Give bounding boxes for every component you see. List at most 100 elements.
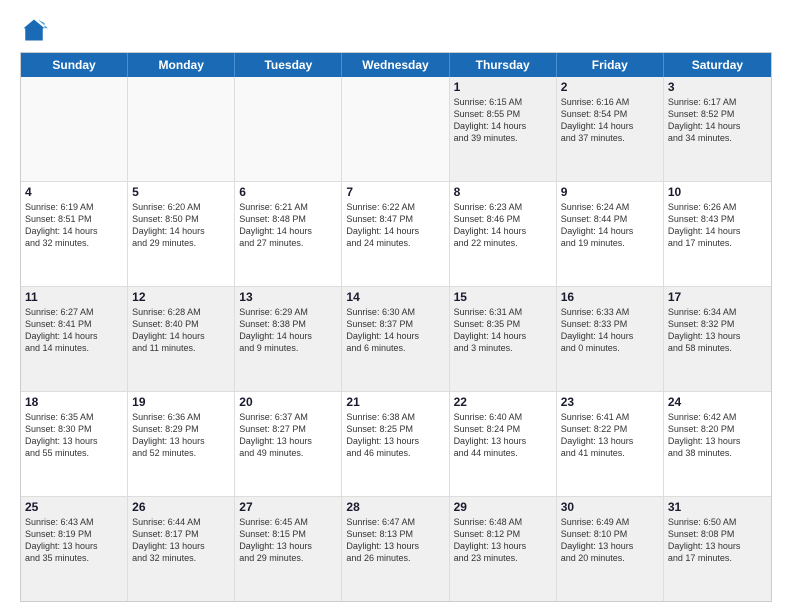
calendar-header-cell: Tuesday (235, 53, 342, 77)
calendar-cell: 15 Sunrise: 6:31 AM Sunset: 8:35 PM Dayli… (450, 287, 557, 391)
day-number: 9 (561, 185, 659, 199)
day-number: 28 (346, 500, 444, 514)
calendar-cell: 4Sunrise: 6:19 AM Sunset: 8:51 PM Daylig… (21, 182, 128, 286)
calendar-cell: 21 Sunrise: 6:38 AM Sunset: 8:25 PM Dayli… (342, 392, 449, 496)
calendar-cell: 27 Sunrise: 6:45 AM Sunset: 8:15 PM Dayli… (235, 497, 342, 601)
day-number: 8 (454, 185, 552, 199)
calendar-row: 11 Sunrise: 6:27 AM Sunset: 8:41 PM Dayli… (21, 287, 771, 392)
cell-text: Sunrise: 6:27 AM Sunset: 8:41 PM Dayligh… (25, 306, 123, 355)
cell-text: Sunrise: 6:21 AM Sunset: 8:48 PM Dayligh… (239, 201, 337, 250)
calendar-cell: 31 Sunrise: 6:50 AM Sunset: 8:08 PM Dayli… (664, 497, 771, 601)
day-number: 5 (132, 185, 230, 199)
calendar-cell: 8 Sunrise: 6:23 AM Sunset: 8:46 PM Daylig… (450, 182, 557, 286)
day-number: 3 (668, 80, 767, 94)
day-number: 16 (561, 290, 659, 304)
cell-text: Sunrise: 6:48 AM Sunset: 8:12 PM Dayligh… (454, 516, 552, 565)
cell-text: Sunrise: 6:36 AM Sunset: 8:29 PM Dayligh… (132, 411, 230, 460)
day-number: 25 (25, 500, 123, 514)
calendar-cell: 18 Sunrise: 6:35 AM Sunset: 8:30 PM Dayli… (21, 392, 128, 496)
calendar-cell: 19 Sunrise: 6:36 AM Sunset: 8:29 PM Dayli… (128, 392, 235, 496)
cell-text: Sunrise: 6:50 AM Sunset: 8:08 PM Dayligh… (668, 516, 767, 565)
cell-text: Sunrise: 6:45 AM Sunset: 8:15 PM Dayligh… (239, 516, 337, 565)
calendar-cell: 22Sunrise: 6:40 AM Sunset: 8:24 PM Dayli… (450, 392, 557, 496)
calendar-cell: 23Sunrise: 6:41 AM Sunset: 8:22 PM Dayli… (557, 392, 664, 496)
cell-text: Sunrise: 6:30 AM Sunset: 8:37 PM Dayligh… (346, 306, 444, 355)
cell-text: Sunrise: 6:31 AM Sunset: 8:35 PM Dayligh… (454, 306, 552, 355)
calendar-body: 1 Sunrise: 6:15 AM Sunset: 8:55 PM Daylig… (21, 77, 771, 601)
calendar-cell: 14Sunrise: 6:30 AM Sunset: 8:37 PM Dayli… (342, 287, 449, 391)
day-number: 29 (454, 500, 552, 514)
calendar-row: 4Sunrise: 6:19 AM Sunset: 8:51 PM Daylig… (21, 182, 771, 287)
day-number: 27 (239, 500, 337, 514)
day-number: 6 (239, 185, 337, 199)
cell-text: Sunrise: 6:35 AM Sunset: 8:30 PM Dayligh… (25, 411, 123, 460)
calendar-cell: 20 Sunrise: 6:37 AM Sunset: 8:27 PM Dayli… (235, 392, 342, 496)
calendar-cell: 1 Sunrise: 6:15 AM Sunset: 8:55 PM Daylig… (450, 77, 557, 181)
calendar-cell: 30 Sunrise: 6:49 AM Sunset: 8:10 PM Dayli… (557, 497, 664, 601)
calendar-cell: 29 Sunrise: 6:48 AM Sunset: 8:12 PM Dayli… (450, 497, 557, 601)
calendar-cell: 13 Sunrise: 6:29 AM Sunset: 8:38 PM Dayli… (235, 287, 342, 391)
cell-text: Sunrise: 6:17 AM Sunset: 8:52 PM Dayligh… (668, 96, 767, 145)
calendar-row: 18 Sunrise: 6:35 AM Sunset: 8:30 PM Dayli… (21, 392, 771, 497)
cell-text: Sunrise: 6:29 AM Sunset: 8:38 PM Dayligh… (239, 306, 337, 355)
day-number: 7 (346, 185, 444, 199)
cell-text: Sunrise: 6:41 AM Sunset: 8:22 PM Dayligh… (561, 411, 659, 460)
day-number: 17 (668, 290, 767, 304)
calendar-cell: 24 Sunrise: 6:42 AM Sunset: 8:20 PM Dayli… (664, 392, 771, 496)
day-number: 22 (454, 395, 552, 409)
logo (20, 16, 52, 44)
calendar-header-cell: Wednesday (342, 53, 449, 77)
cell-text: Sunrise: 6:49 AM Sunset: 8:10 PM Dayligh… (561, 516, 659, 565)
calendar-header-cell: Monday (128, 53, 235, 77)
calendar: SundayMondayTuesdayWednesdayThursdayFrid… (20, 52, 772, 602)
day-number: 15 (454, 290, 552, 304)
day-number: 1 (454, 80, 552, 94)
calendar-row: 1 Sunrise: 6:15 AM Sunset: 8:55 PM Daylig… (21, 77, 771, 182)
calendar-cell: 3 Sunrise: 6:17 AM Sunset: 8:52 PM Daylig… (664, 77, 771, 181)
cell-text: Sunrise: 6:42 AM Sunset: 8:20 PM Dayligh… (668, 411, 767, 460)
day-number: 11 (25, 290, 123, 304)
day-number: 19 (132, 395, 230, 409)
calendar-header-cell: Friday (557, 53, 664, 77)
calendar-header-row: SundayMondayTuesdayWednesdayThursdayFrid… (21, 53, 771, 77)
calendar-cell: 16 Sunrise: 6:33 AM Sunset: 8:33 PM Dayli… (557, 287, 664, 391)
calendar-header-cell: Thursday (450, 53, 557, 77)
day-number: 13 (239, 290, 337, 304)
calendar-cell: 6 Sunrise: 6:21 AM Sunset: 8:48 PM Daylig… (235, 182, 342, 286)
calendar-cell (235, 77, 342, 181)
cell-text: Sunrise: 6:37 AM Sunset: 8:27 PM Dayligh… (239, 411, 337, 460)
calendar-cell (21, 77, 128, 181)
day-number: 2 (561, 80, 659, 94)
cell-text: Sunrise: 6:20 AM Sunset: 8:50 PM Dayligh… (132, 201, 230, 250)
cell-text: Sunrise: 6:16 AM Sunset: 8:54 PM Dayligh… (561, 96, 659, 145)
calendar-cell: 28 Sunrise: 6:47 AM Sunset: 8:13 PM Dayli… (342, 497, 449, 601)
cell-text: Sunrise: 6:47 AM Sunset: 8:13 PM Dayligh… (346, 516, 444, 565)
day-number: 30 (561, 500, 659, 514)
cell-text: Sunrise: 6:43 AM Sunset: 8:19 PM Dayligh… (25, 516, 123, 565)
day-number: 24 (668, 395, 767, 409)
cell-text: Sunrise: 6:23 AM Sunset: 8:46 PM Dayligh… (454, 201, 552, 250)
day-number: 31 (668, 500, 767, 514)
cell-text: Sunrise: 6:15 AM Sunset: 8:55 PM Dayligh… (454, 96, 552, 145)
cell-text: Sunrise: 6:19 AM Sunset: 8:51 PM Dayligh… (25, 201, 123, 250)
calendar-cell: 7 Sunrise: 6:22 AM Sunset: 8:47 PM Daylig… (342, 182, 449, 286)
cell-text: Sunrise: 6:34 AM Sunset: 8:32 PM Dayligh… (668, 306, 767, 355)
calendar-cell: 5 Sunrise: 6:20 AM Sunset: 8:50 PM Daylig… (128, 182, 235, 286)
day-number: 20 (239, 395, 337, 409)
cell-text: Sunrise: 6:28 AM Sunset: 8:40 PM Dayligh… (132, 306, 230, 355)
calendar-row: 25 Sunrise: 6:43 AM Sunset: 8:19 PM Dayli… (21, 497, 771, 601)
day-number: 21 (346, 395, 444, 409)
calendar-cell (342, 77, 449, 181)
calendar-cell: 26Sunrise: 6:44 AM Sunset: 8:17 PM Dayli… (128, 497, 235, 601)
day-number: 18 (25, 395, 123, 409)
calendar-header-cell: Sunday (21, 53, 128, 77)
cell-text: Sunrise: 6:24 AM Sunset: 8:44 PM Dayligh… (561, 201, 659, 250)
calendar-cell: 11 Sunrise: 6:27 AM Sunset: 8:41 PM Dayli… (21, 287, 128, 391)
header (20, 16, 772, 44)
calendar-cell: 25 Sunrise: 6:43 AM Sunset: 8:19 PM Dayli… (21, 497, 128, 601)
calendar-cell: 2 Sunrise: 6:16 AM Sunset: 8:54 PM Daylig… (557, 77, 664, 181)
cell-text: Sunrise: 6:22 AM Sunset: 8:47 PM Dayligh… (346, 201, 444, 250)
cell-text: Sunrise: 6:44 AM Sunset: 8:17 PM Dayligh… (132, 516, 230, 565)
cell-text: Sunrise: 6:33 AM Sunset: 8:33 PM Dayligh… (561, 306, 659, 355)
cell-text: Sunrise: 6:38 AM Sunset: 8:25 PM Dayligh… (346, 411, 444, 460)
